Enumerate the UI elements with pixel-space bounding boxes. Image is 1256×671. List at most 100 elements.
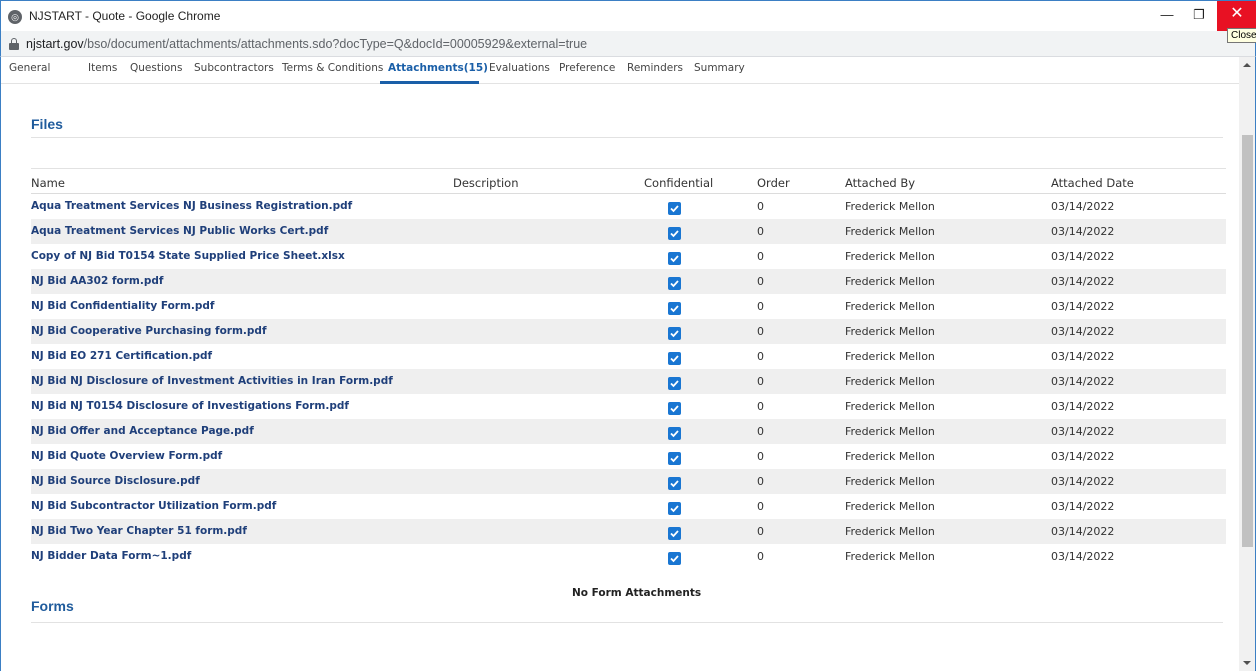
table-row: NJ Bid AA302 form.pdf 0 Frederick Mellon 03…	[31, 269, 1226, 294]
confidential-checkbox[interactable]	[668, 277, 681, 290]
file-name-link[interactable]: NJ Bid EO 271 Certification.pdf	[31, 350, 212, 362]
order-cell: 0	[757, 250, 764, 263]
attached-date-cell: 03/14/2022	[1051, 475, 1115, 488]
order-cell: 0	[757, 225, 764, 238]
confidential-checkbox[interactable]	[668, 452, 681, 465]
file-name-link[interactable]: NJ Bid Source Disclosure.pdf	[31, 475, 200, 487]
active-tab-indicator	[380, 81, 479, 84]
file-name-link[interactable]: Aqua Treatment Services NJ Public Works …	[31, 225, 328, 237]
confidential-checkbox[interactable]	[668, 402, 681, 415]
confidential-checkbox[interactable]	[668, 477, 681, 490]
order-cell: 0	[757, 500, 764, 513]
order-cell: 0	[757, 375, 764, 388]
attached-date-cell: 03/14/2022	[1051, 275, 1115, 288]
confidential-checkbox[interactable]	[668, 527, 681, 540]
minimize-button[interactable]: —	[1151, 1, 1183, 32]
site-favicon-icon: ◎	[8, 10, 22, 24]
attached-by-cell: Frederick Mellon	[845, 325, 935, 338]
order-cell: 0	[757, 350, 764, 363]
table-row: NJ Bid Cooperative Purchasing form.pdf 0 F…	[31, 319, 1226, 344]
confidential-checkbox[interactable]	[668, 202, 681, 215]
confidential-checkbox[interactable]	[668, 252, 681, 265]
attached-by-cell: Frederick Mellon	[845, 450, 935, 463]
files-divider	[31, 137, 1223, 138]
attached-by-cell: Frederick Mellon	[845, 425, 935, 438]
confidential-checkbox[interactable]	[668, 327, 681, 340]
file-name-link[interactable]: NJ Bid Confidentiality Form.pdf	[31, 300, 215, 312]
column-header-description[interactable]: Description	[453, 176, 519, 190]
confidential-checkbox[interactable]	[668, 427, 681, 440]
url-text[interactable]: njstart.gov/bso/document/attachments/att…	[26, 37, 587, 51]
window-titlebar: ◎ NJSTART - Quote - Google Chrome — ❐ ✕ …	[0, 0, 1256, 43]
table-row: NJ Bidder Data Form~1.pdf 0 Frederick Mell…	[31, 544, 1226, 569]
tab-items[interactable]: Items	[88, 62, 117, 74]
attached-date-cell: 03/14/2022	[1051, 525, 1115, 538]
vertical-scrollbar[interactable]	[1239, 57, 1255, 671]
file-name-link[interactable]: NJ Bid Two Year Chapter 51 form.pdf	[31, 525, 247, 537]
file-name-link[interactable]: NJ Bid Subcontractor Utilization Form.pd…	[31, 500, 276, 512]
column-header-order[interactable]: Order	[757, 176, 790, 190]
tab-reminders[interactable]: Reminders	[627, 62, 683, 74]
attached-date-cell: 03/14/2022	[1051, 325, 1115, 338]
confidential-checkbox[interactable]	[668, 502, 681, 515]
file-name-link[interactable]: NJ Bidder Data Form~1.pdf	[31, 550, 191, 562]
order-cell: 0	[757, 550, 764, 563]
file-name-link[interactable]: NJ Bid Cooperative Purchasing form.pdf	[31, 325, 267, 337]
confidential-checkbox[interactable]	[668, 377, 681, 390]
forms-section-title: Forms	[31, 598, 74, 614]
tab-general[interactable]: General	[9, 62, 50, 74]
order-cell: 0	[757, 325, 764, 338]
tab-preference[interactable]: Preference	[559, 62, 615, 74]
table-row: NJ Bid Source Disclosure.pdf 0 Frederick M…	[31, 469, 1226, 494]
file-name-link[interactable]: NJ Bid Offer and Acceptance Page.pdf	[31, 425, 254, 437]
address-bar[interactable]: njstart.gov/bso/document/attachments/att…	[0, 31, 1256, 57]
tab-attachments[interactable]: Attachments(15)	[388, 62, 488, 74]
table-row: Aqua Treatment Services NJ Business Regi…	[31, 194, 1226, 219]
page-content: General Items Questions Subcontractors T…	[0, 57, 1256, 671]
lock-icon	[9, 38, 19, 50]
column-header-name[interactable]: Name	[31, 176, 65, 190]
order-cell: 0	[757, 400, 764, 413]
attached-date-cell: 03/14/2022	[1051, 200, 1115, 213]
tab-questions[interactable]: Questions	[130, 62, 182, 74]
attached-date-cell: 03/14/2022	[1051, 450, 1115, 463]
scroll-down-arrow-icon[interactable]	[1243, 661, 1251, 665]
tab-terms-conditions[interactable]: Terms & Conditions	[282, 62, 383, 74]
attached-by-cell: Frederick Mellon	[845, 475, 935, 488]
confidential-checkbox[interactable]	[668, 227, 681, 240]
file-name-link[interactable]: Aqua Treatment Services NJ Business Regi…	[31, 200, 352, 212]
scroll-up-arrow-icon[interactable]	[1243, 63, 1251, 67]
tab-evaluations[interactable]: Evaluations	[489, 62, 550, 74]
order-cell: 0	[757, 200, 764, 213]
table-row: NJ Bid Confidentiality Form.pdf 0 Frederic…	[31, 294, 1226, 319]
file-name-link[interactable]: Copy of NJ Bid T0154 State Supplied Pric…	[31, 250, 345, 262]
attached-by-cell: Frederick Mellon	[845, 400, 935, 413]
confidential-checkbox[interactable]	[668, 302, 681, 315]
tab-subcontractors[interactable]: Subcontractors	[194, 62, 274, 74]
file-name-link[interactable]: NJ Bid Quote Overview Form.pdf	[31, 450, 222, 462]
file-name-link[interactable]: NJ Bid NJ T0154 Disclosure of Investigat…	[31, 400, 349, 412]
column-header-confidential[interactable]: Confidential	[644, 176, 713, 190]
restore-button[interactable]: ❐	[1183, 1, 1215, 32]
confidential-checkbox[interactable]	[668, 552, 681, 565]
file-name-link[interactable]: NJ Bid NJ Disclosure of Investment Activ…	[31, 375, 393, 387]
attached-date-cell: 03/14/2022	[1051, 375, 1115, 388]
window-title: NJSTART - Quote - Google Chrome	[29, 9, 221, 23]
table-row: NJ Bid NJ Disclosure of Investment Activ…	[31, 369, 1226, 394]
order-cell: 0	[757, 275, 764, 288]
attached-by-cell: Frederick Mellon	[845, 500, 935, 513]
table-row: NJ Bid Subcontractor Utilization Form.pd…	[31, 494, 1226, 519]
url-path: /bso/document/attachments/attachments.sd…	[83, 37, 588, 51]
confidential-checkbox[interactable]	[668, 352, 681, 365]
table-top-border	[31, 168, 1226, 169]
table-row: NJ Bid Quote Overview Form.pdf 0 Frederick…	[31, 444, 1226, 469]
attached-by-cell: Frederick Mellon	[845, 200, 935, 213]
tab-summary[interactable]: Summary	[694, 62, 745, 74]
column-header-attached-by[interactable]: Attached By	[845, 176, 915, 190]
column-header-attached-date[interactable]: Attached Date	[1051, 176, 1134, 190]
attached-by-cell: Frederick Mellon	[845, 275, 935, 288]
attached-by-cell: Frederick Mellon	[845, 250, 935, 263]
no-forms-message: No Form Attachments	[572, 587, 702, 599]
file-name-link[interactable]: NJ Bid AA302 form.pdf	[31, 275, 163, 287]
scroll-thumb[interactable]	[1242, 135, 1253, 547]
